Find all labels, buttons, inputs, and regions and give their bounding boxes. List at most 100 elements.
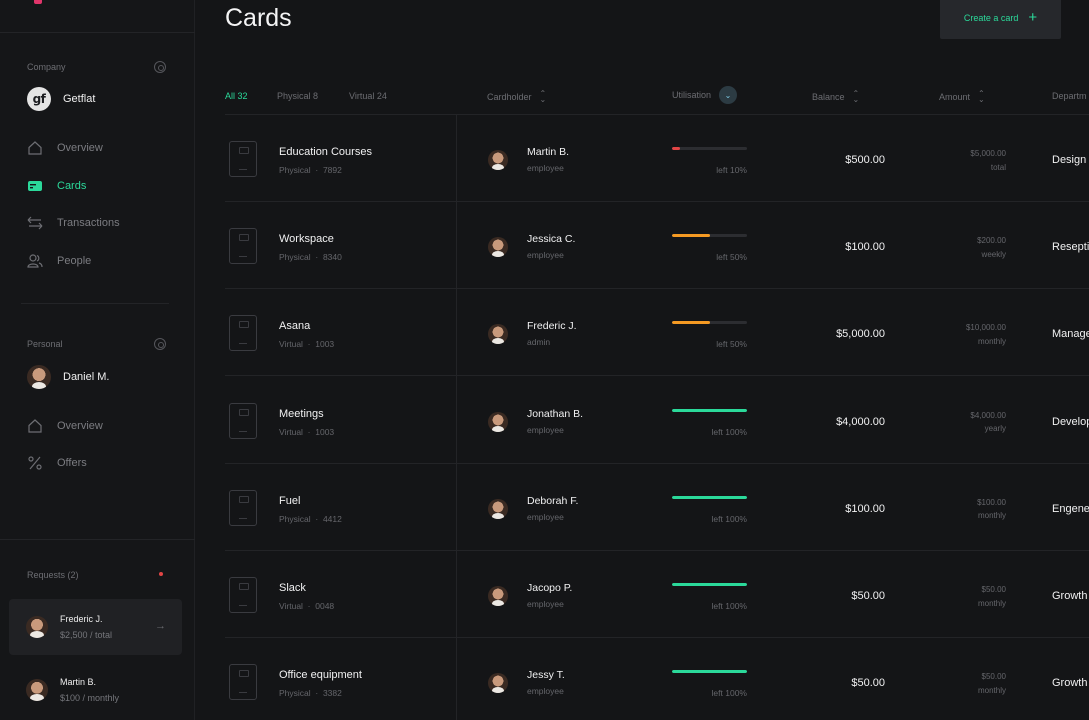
avatar bbox=[488, 324, 508, 345]
sidebar-item-personal-overview[interactable]: Overview bbox=[27, 418, 103, 434]
balance-value: $100.00 bbox=[845, 241, 885, 254]
card-icon bbox=[229, 228, 257, 265]
tab-virtual[interactable]: Virtual 24 bbox=[349, 91, 387, 101]
table-row[interactable]: Education Courses Physical · 7892 Martin B… bbox=[225, 115, 1089, 202]
department-value: Manage bbox=[1052, 328, 1089, 341]
request-item[interactable]: Frederic J. $2,500 / total → bbox=[9, 599, 182, 655]
requests-section-label: Requests (2) bbox=[27, 570, 79, 580]
tab-physical[interactable]: Physical 8 bbox=[277, 91, 318, 101]
balance-value: $4,000.00 bbox=[836, 415, 885, 428]
avatar bbox=[488, 498, 508, 519]
transactions-icon bbox=[27, 215, 43, 231]
sort-icon[interactable]: ⌃ ⌄ bbox=[853, 89, 860, 103]
department-value: Growth bbox=[1052, 677, 1088, 690]
amount-value: $4,000.00 bbox=[970, 410, 1006, 420]
create-card-button[interactable]: Create a card + bbox=[940, 0, 1061, 39]
utilisation-bar-fill bbox=[672, 583, 747, 586]
sidebar-item-transactions[interactable]: Transactions bbox=[27, 215, 120, 231]
card-type: Virtual bbox=[279, 339, 303, 350]
balance-value: $500.00 bbox=[845, 154, 885, 166]
header-department[interactable]: Departm bbox=[1052, 91, 1087, 101]
cardholder-role: employee bbox=[527, 599, 564, 609]
cardholder-role: employee bbox=[527, 163, 564, 173]
utilisation-bar bbox=[672, 147, 747, 150]
card-name: Slack bbox=[279, 582, 306, 594]
amount-cell: $4,000.00 yearly bbox=[925, 409, 1006, 436]
plus-icon: + bbox=[1028, 9, 1038, 26]
personal-settings-gear-icon[interactable] bbox=[154, 338, 166, 350]
cardholder-role: employee bbox=[527, 424, 564, 435]
cardholder-role: employee bbox=[527, 511, 564, 522]
home-icon bbox=[27, 418, 43, 434]
table-row[interactable]: Workspace Physical · 8340 Jessica C. employ… bbox=[225, 202, 1089, 290]
card-number: 3382 bbox=[322, 688, 342, 699]
utilisation-label: left 100% bbox=[711, 513, 747, 524]
utilisation-bar bbox=[672, 583, 747, 586]
notification-dot bbox=[159, 572, 163, 576]
request-detail: $2,500 / total bbox=[60, 630, 113, 640]
separator-dot: · bbox=[302, 339, 316, 350]
header-label: Balance bbox=[812, 91, 845, 102]
card-type: Virtual bbox=[279, 426, 303, 437]
separator-dot: · bbox=[310, 165, 323, 175]
card-name: Office equipment bbox=[279, 669, 362, 682]
amount-value: $10,000.00 bbox=[965, 323, 1006, 333]
utilisation-label: left 50% bbox=[716, 339, 747, 350]
table-row[interactable]: Slack Virtual · 0048 Jacopo P. employee left… bbox=[225, 551, 1089, 638]
table-row[interactable]: Office equipment Physical · 3382 Jessy T. e… bbox=[225, 638, 1089, 720]
sort-active-chevron-down-icon[interactable]: ⌄ bbox=[719, 86, 738, 104]
balance-value: $50.00 bbox=[851, 677, 885, 690]
amount-cell: $50.00 monthly bbox=[925, 583, 1006, 610]
card-name: Asana bbox=[279, 320, 311, 333]
divider bbox=[21, 303, 169, 304]
sidebar-item-offers[interactable]: Offers bbox=[27, 455, 87, 471]
utilisation-bar bbox=[672, 408, 747, 412]
arrow-right-icon[interactable]: → bbox=[155, 620, 166, 632]
header-cardholder[interactable]: Cardholder ⌃ ⌄ bbox=[487, 89, 547, 103]
personal-profile[interactable]: Daniel M. bbox=[27, 365, 109, 389]
utilisation-label: left 100% bbox=[711, 601, 747, 611]
company-settings-gear-icon[interactable] bbox=[154, 61, 166, 73]
balance-value: $50.00 bbox=[851, 590, 885, 602]
avatar bbox=[27, 365, 51, 389]
sort-icon[interactable]: ⌃ ⌄ bbox=[540, 89, 547, 103]
table-row[interactable]: Meetings Virtual · 1003 Jonathan B. employe… bbox=[225, 377, 1089, 464]
utilisation-label: left 50% bbox=[716, 252, 747, 263]
page-title: Cards bbox=[225, 4, 292, 32]
people-icon bbox=[27, 253, 43, 269]
request-item[interactable]: Martin B. $100 / monthly bbox=[9, 662, 182, 718]
amount-period: monthly bbox=[977, 336, 1006, 346]
sidebar-item-overview[interactable]: Overview bbox=[27, 140, 103, 156]
sidebar-item-cards[interactable]: Cards bbox=[27, 178, 86, 194]
tab-all[interactable]: All 32 bbox=[225, 91, 248, 101]
header-amount[interactable]: Amount ⌃ ⌄ bbox=[939, 89, 985, 103]
sort-icon[interactable]: ⌃ ⌄ bbox=[978, 89, 985, 103]
cardholder-name: Jonathan B. bbox=[527, 407, 584, 420]
table-row[interactable]: Asana Virtual · 1003 Frederic J. admin left … bbox=[225, 289, 1089, 377]
sidebar-item-people[interactable]: People bbox=[27, 253, 91, 269]
logo-icon bbox=[34, 0, 42, 4]
divider bbox=[0, 32, 195, 33]
header-utilisation[interactable]: Utilisation ⌄ bbox=[672, 86, 738, 104]
card-meta: Physical · 7892 bbox=[279, 165, 342, 175]
cardholder-name: Jacopo P. bbox=[527, 582, 573, 594]
company-switcher[interactable]: gf Getflat bbox=[27, 87, 95, 111]
card-name: Meetings bbox=[279, 407, 324, 420]
separator-dot: · bbox=[310, 688, 323, 699]
department-value: Growth bbox=[1052, 590, 1088, 602]
cardholder-name: Jessy T. bbox=[527, 669, 565, 682]
card-icon bbox=[27, 178, 43, 194]
amount-period: monthly bbox=[977, 598, 1006, 608]
card-icon bbox=[229, 577, 257, 613]
card-meta: Virtual · 1003 bbox=[279, 339, 334, 349]
table-row[interactable]: Fuel Physical · 4412 Deborah F. employee lef… bbox=[225, 464, 1089, 551]
amount-value: $5,000.00 bbox=[970, 149, 1006, 158]
card-type: Physical bbox=[279, 165, 311, 175]
sidebar-item-label: Transactions bbox=[57, 217, 120, 229]
header-balance[interactable]: Balance ⌃ ⌄ bbox=[812, 89, 860, 103]
utilisation-bar-fill bbox=[672, 147, 680, 150]
divider bbox=[0, 539, 195, 540]
department-value: Design bbox=[1052, 154, 1087, 166]
amount-cell: $100.00 monthly bbox=[925, 496, 1006, 523]
avatar bbox=[488, 237, 508, 258]
